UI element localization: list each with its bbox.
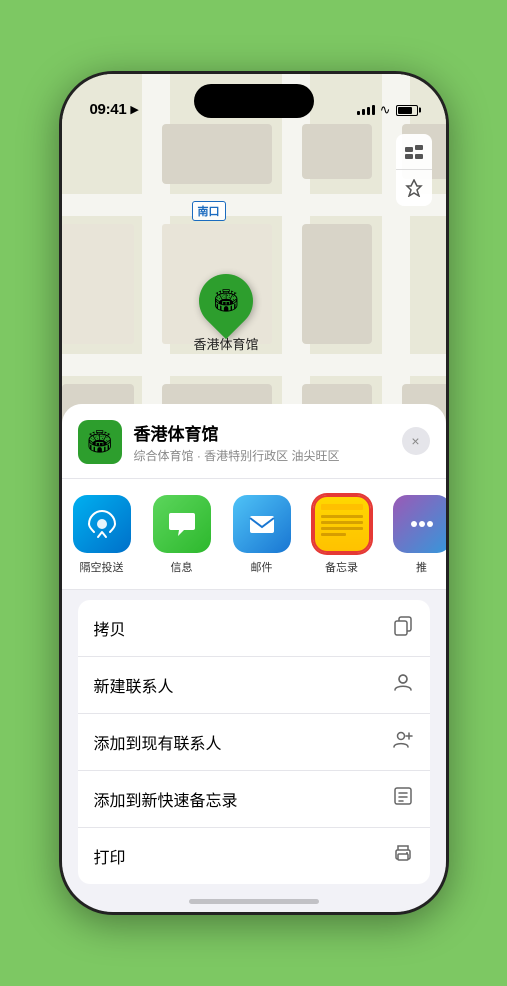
more-label: 推 xyxy=(416,559,427,575)
status-time: 09:41 xyxy=(90,101,127,118)
venue-name: 香港体育馆 xyxy=(134,420,430,445)
action-add-contact-label: 添加到现有联系人 xyxy=(94,730,222,754)
dynamic-island xyxy=(194,84,314,118)
action-copy-label: 拷贝 xyxy=(94,616,126,640)
share-message[interactable]: 信息 xyxy=(142,495,222,575)
mail-icon xyxy=(233,495,291,553)
marker-pin: 🏟 xyxy=(188,263,264,339)
notes-label: 备忘录 xyxy=(325,559,358,575)
action-print[interactable]: 打印 xyxy=(78,828,430,884)
venue-info: 香港体育馆 综合体育馆 · 香港特别行政区 油尖旺区 xyxy=(134,420,430,464)
building-5 xyxy=(302,224,372,344)
message-label: 信息 xyxy=(171,559,193,575)
stadium-marker: 🏟 香港体育馆 xyxy=(194,274,259,353)
sheet-header: 🏟 香港体育馆 综合体育馆 · 香港特别行政区 油尖旺区 × xyxy=(62,404,446,479)
location-button[interactable] xyxy=(396,170,432,206)
battery-fill xyxy=(398,107,412,114)
notes-line-3 xyxy=(321,527,363,530)
print-icon xyxy=(392,842,414,870)
home-indicator xyxy=(189,899,319,904)
mail-label: 邮件 xyxy=(251,559,273,575)
signal-bar-2 xyxy=(362,109,365,115)
location-icon: ▶ xyxy=(130,103,138,116)
bottom-sheet: 🏟 香港体育馆 综合体育馆 · 香港特别行政区 油尖旺区 × xyxy=(62,404,446,912)
phone-frame: 09:41 ▶ ∿ xyxy=(59,71,449,915)
person-icon xyxy=(392,671,414,699)
action-print-label: 打印 xyxy=(94,844,126,868)
battery-icon xyxy=(396,105,418,116)
share-airdrop[interactable]: 隔空投送 xyxy=(62,495,142,575)
note-icon xyxy=(392,785,414,813)
building-9 xyxy=(62,224,134,344)
signal-bar-1 xyxy=(357,111,360,115)
action-quick-note-label: 添加到新快速备忘录 xyxy=(94,787,238,811)
notes-line-1 xyxy=(321,515,363,518)
share-mail[interactable]: 邮件 xyxy=(222,495,302,575)
building-1 xyxy=(162,124,272,184)
venue-icon: 🏟 xyxy=(78,420,122,464)
map-controls xyxy=(396,134,432,206)
share-notes[interactable]: 备忘录 xyxy=(302,495,382,575)
notes-line-4 xyxy=(321,533,346,536)
copy-icon xyxy=(392,614,414,642)
close-button[interactable]: × xyxy=(402,427,430,455)
signal-bar-3 xyxy=(367,107,370,115)
airdrop-icon xyxy=(73,495,131,553)
venue-subtitle: 综合体育馆 · 香港特别行政区 油尖旺区 xyxy=(134,447,430,464)
building-2 xyxy=(302,124,372,179)
notes-line-2 xyxy=(321,521,363,524)
more-icon xyxy=(393,495,446,553)
map-label-nankou: 南口 xyxy=(192,201,226,221)
action-list: 拷贝 新建联系人 xyxy=(78,600,430,884)
notes-top-bar xyxy=(321,504,363,510)
share-more[interactable]: 推 xyxy=(382,495,446,575)
signal-bar-4 xyxy=(372,105,375,115)
share-row: 隔空投送 信息 邮件 xyxy=(62,479,446,590)
action-quick-note[interactable]: 添加到新快速备忘录 xyxy=(78,771,430,828)
notes-icon xyxy=(313,495,371,553)
airdrop-label: 隔空投送 xyxy=(80,559,124,575)
stadium-icon: 🏟 xyxy=(212,288,240,314)
person-add-icon xyxy=(392,728,414,756)
action-copy[interactable]: 拷贝 xyxy=(78,600,430,657)
map-type-button[interactable] xyxy=(396,134,432,170)
message-icon xyxy=(153,495,211,553)
action-new-contact-label: 新建联系人 xyxy=(94,673,174,697)
wifi-icon: ∿ xyxy=(380,102,391,118)
signal-bars xyxy=(357,105,375,115)
action-new-contact[interactable]: 新建联系人 xyxy=(78,657,430,714)
home-indicator-area xyxy=(62,884,446,912)
status-icons: ∿ xyxy=(357,102,418,118)
action-add-contact[interactable]: 添加到现有联系人 xyxy=(78,714,430,771)
